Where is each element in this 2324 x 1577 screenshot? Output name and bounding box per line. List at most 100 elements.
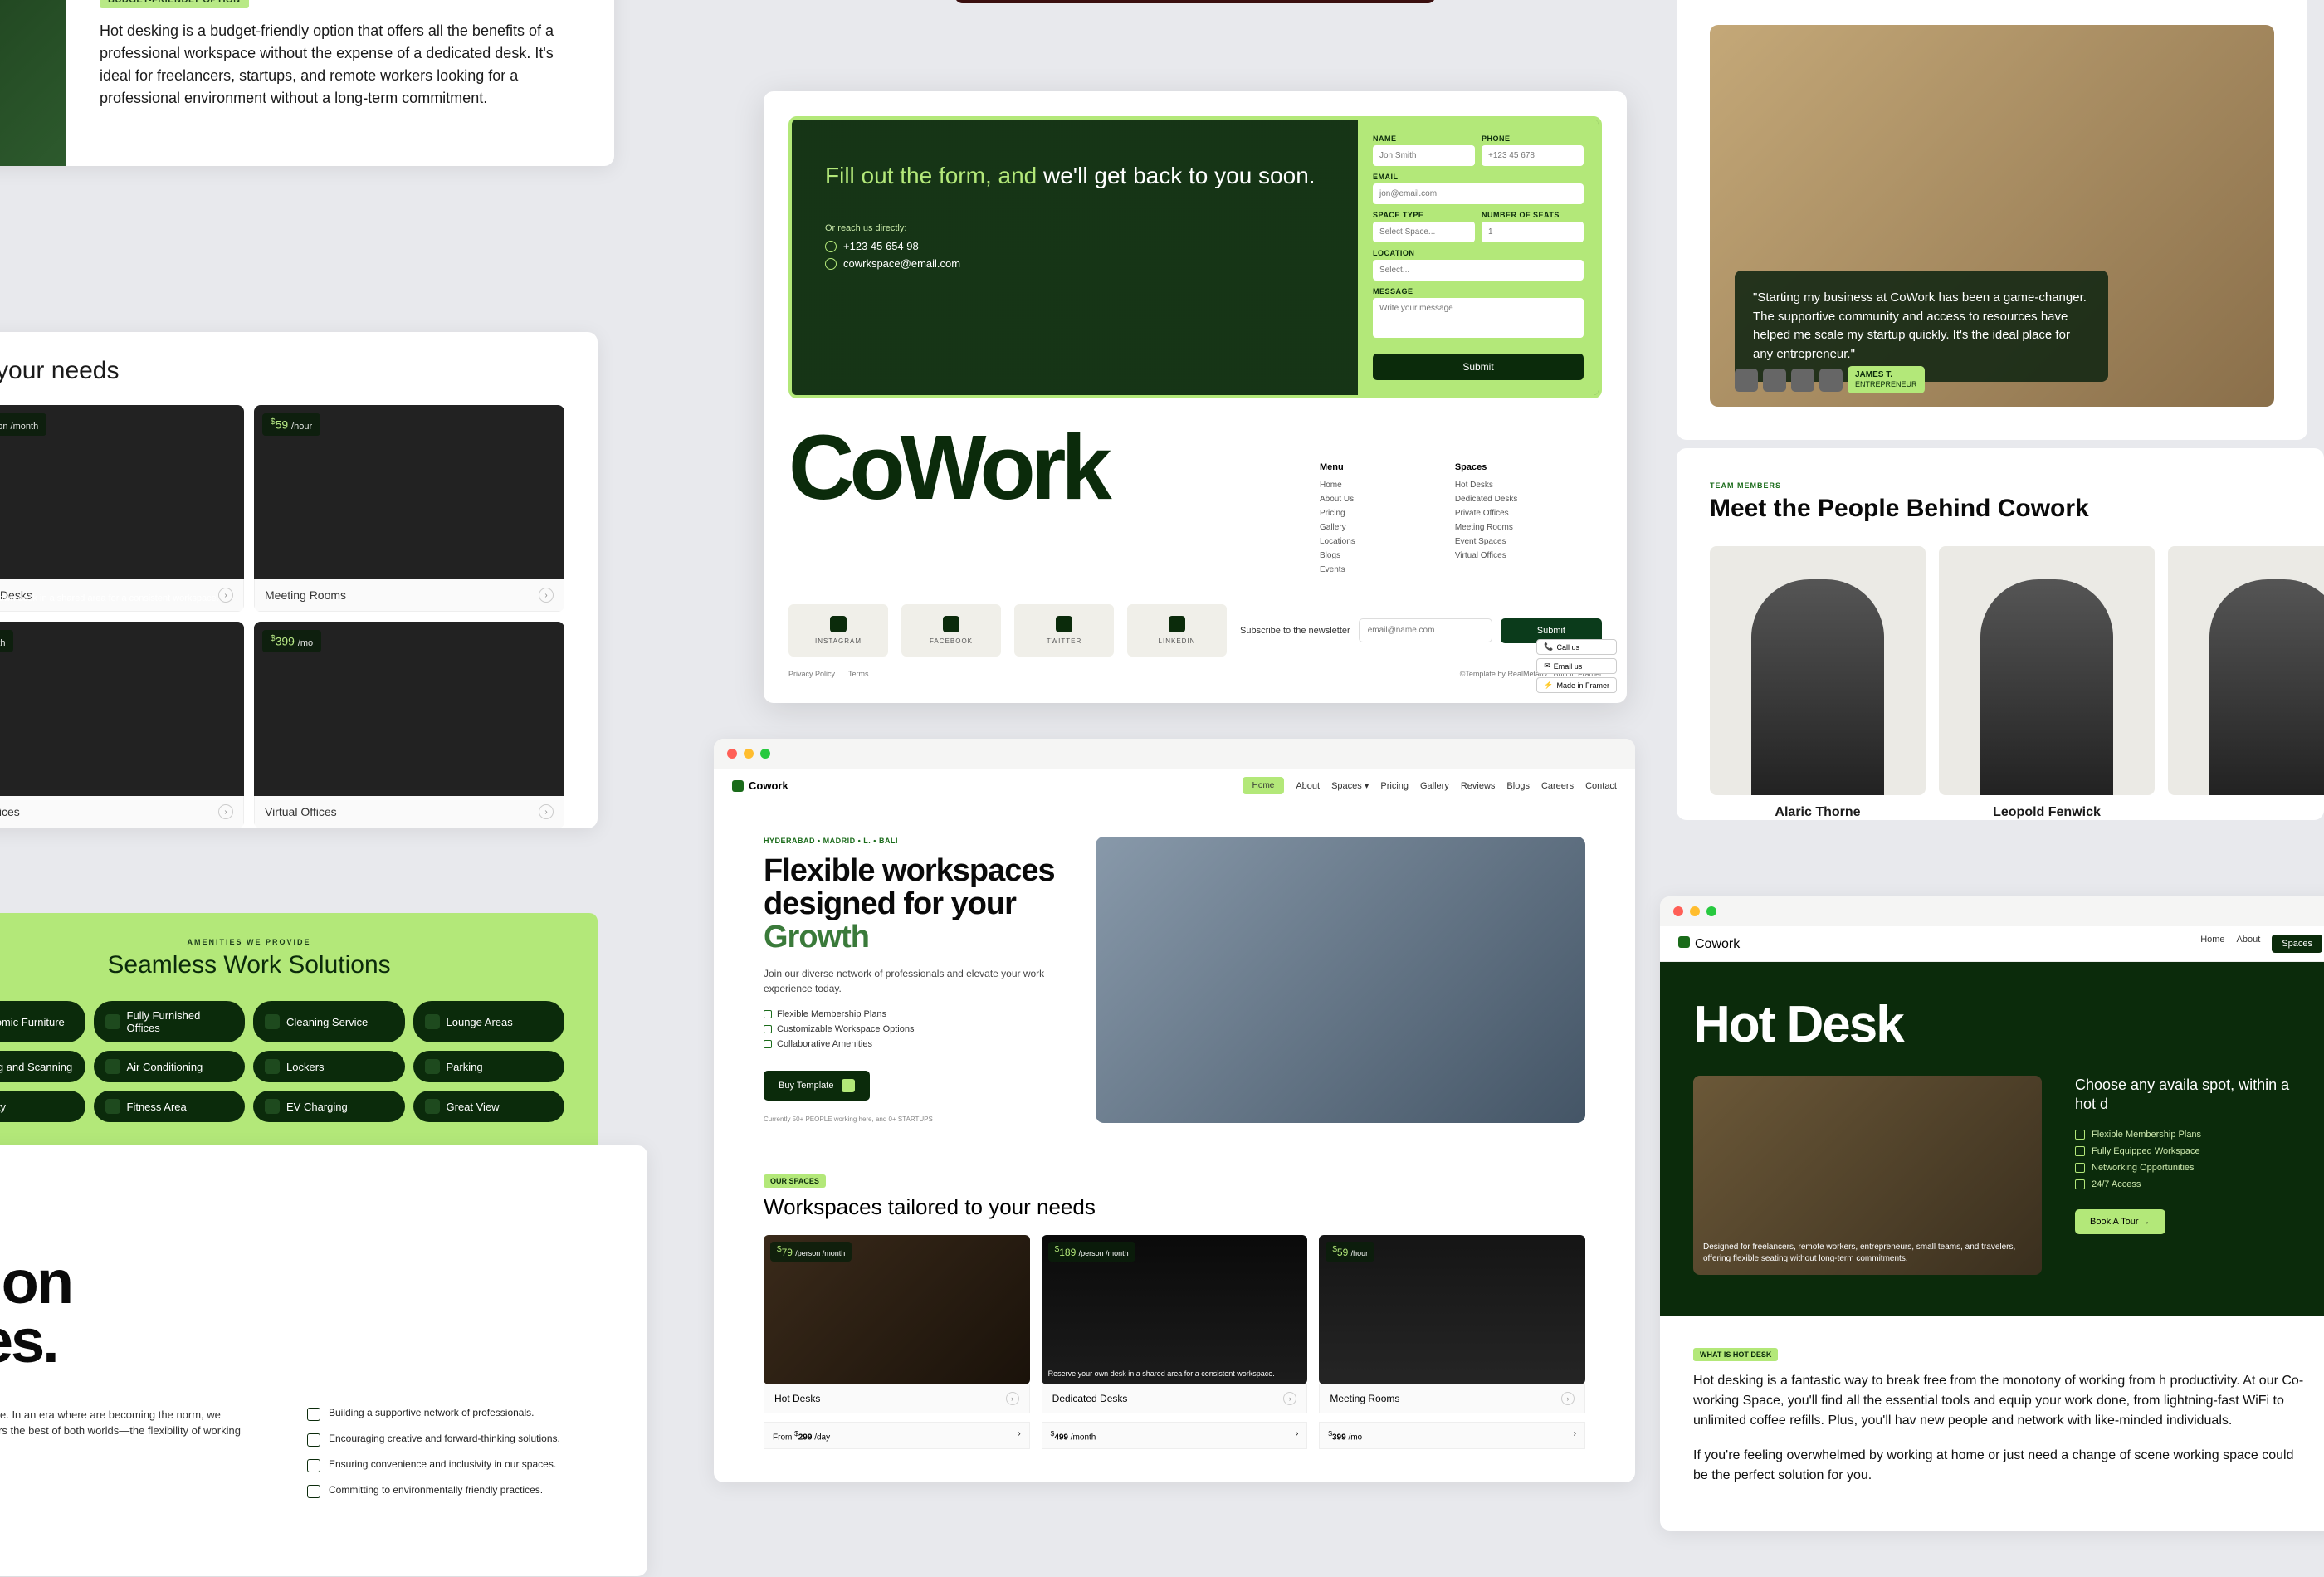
hero-image [1096, 837, 1585, 1123]
social-button[interactable]: INSTAGRAM [788, 604, 888, 657]
nav-link[interactable]: Contact [1585, 781, 1617, 791]
social-button[interactable]: LINKEDIN [1127, 604, 1227, 657]
feature-item: Networking Opportunities [2075, 1163, 2307, 1173]
check-icon [307, 1408, 320, 1421]
feature-item: Encouraging creative and forward-thinkin… [307, 1433, 598, 1447]
workspace-tile[interactable]: $499 /month Private Offices› [0, 622, 244, 828]
amenity-pill: Cleaning Service [253, 1001, 405, 1042]
footer-link[interactable]: Private Offices [1455, 509, 1518, 518]
space-label: SPACE TYPE [1373, 211, 1475, 219]
nav-link[interactable]: Home [2200, 935, 2224, 953]
hotdesk-caption: Designed for freelancers, remote workers… [1703, 1242, 2032, 1265]
privacy-link[interactable]: Privacy Policy [788, 670, 835, 678]
footer-link[interactable]: Pricing [1320, 509, 1355, 518]
nav-link[interactable]: About [2237, 935, 2261, 953]
tile-image: $59 /hour [1319, 1235, 1585, 1384]
workspace-tile[interactable]: $189 /person /month Reserve your own des… [0, 405, 244, 612]
email-chip[interactable]: ✉ Email us [1536, 658, 1617, 674]
body-pill: WHAT IS HOT DESK [1693, 1348, 1778, 1361]
nav-link[interactable]: Careers [1541, 781, 1574, 791]
locations-tag: HYDERABAD • MADRID • L. • BALI [764, 837, 1062, 845]
email-input[interactable] [1373, 183, 1584, 204]
footer-link[interactable]: Locations [1320, 537, 1355, 546]
amenity-icon [265, 1059, 280, 1074]
subscribe-input[interactable] [1359, 618, 1492, 642]
team-member[interactable]: Alaric Thorne [1710, 546, 1926, 820]
contact-email[interactable]: cowrkspace@email.com [825, 257, 1325, 270]
space-select[interactable] [1373, 222, 1475, 242]
price-strip[interactable]: $499 /month› [1042, 1422, 1308, 1449]
message-label: MESSAGE [1373, 287, 1584, 295]
tile-label: Private Offices› [0, 796, 244, 828]
footer-link[interactable]: Event Spaces [1455, 537, 1518, 546]
footer-link[interactable]: Gallery [1320, 523, 1355, 532]
amenity-pill: Fully Furnished Offices [94, 1001, 246, 1042]
workspace-tile[interactable]: $59 /hour Meeting Rooms› [254, 405, 564, 612]
amenity-icon [105, 1014, 120, 1029]
amenity-icon [265, 1014, 280, 1029]
price-strip[interactable]: $399 /mo› [1319, 1422, 1585, 1449]
team-member[interactable] [2168, 546, 2324, 820]
nav-link[interactable]: Reviews [1461, 781, 1496, 791]
team-member[interactable]: Leopold Fenwick [1939, 546, 2155, 820]
tile-label: Meeting Rooms› [1319, 1384, 1585, 1413]
workspace-tile[interactable]: $399 /mo Virtual Offices› [254, 622, 564, 828]
social-button[interactable]: TWITTER [1014, 604, 1114, 657]
name-input[interactable] [1373, 145, 1475, 166]
hero-heading: Flexible workspaces designed for yourGro… [764, 855, 1062, 954]
amenity-pill: Lounge Areas [413, 1001, 565, 1042]
nav-link[interactable]: Spaces ▾ [1331, 780, 1369, 791]
footer-link[interactable]: Meeting Rooms [1455, 523, 1518, 532]
seats-input[interactable] [1482, 222, 1584, 242]
check-icon [2075, 1130, 2085, 1140]
location-select[interactable] [1373, 260, 1584, 281]
nav-link[interactable]: Home [1243, 777, 1285, 794]
social-button[interactable]: FACEBOOK [901, 604, 1001, 657]
arrow-icon: › [1561, 1392, 1575, 1405]
contact-submit-button[interactable]: Submit [1373, 354, 1584, 380]
call-chip[interactable]: 📞 Call us [1536, 639, 1617, 655]
footer-link[interactable]: Dedicated Desks [1455, 495, 1518, 504]
nav-link[interactable]: Spaces [2272, 935, 2322, 953]
logo[interactable]: Cowork [732, 779, 788, 792]
buy-template-button[interactable]: Buy Template [764, 1071, 870, 1101]
landing-browser-card: Cowork Home About Spaces ▾ Pricing Gallery Re… [714, 739, 1635, 1482]
amenity-icon [105, 1099, 120, 1114]
terms-link[interactable]: Terms [848, 670, 869, 678]
nav-link[interactable]: Gallery [1420, 781, 1449, 791]
check-icon [764, 1010, 772, 1018]
hotdesk-browser-card: Cowork HomeAboutSpaces Hot Desk Designed… [1660, 896, 2324, 1531]
footer-link[interactable]: Events [1320, 565, 1355, 574]
phone-input[interactable] [1482, 145, 1584, 166]
avatar [1791, 369, 1814, 392]
workspace-tile[interactable]: $189 /person /month Reserve your own des… [1042, 1235, 1308, 1413]
logo[interactable]: Cowork [1678, 936, 1740, 952]
book-tour-button[interactable]: Book A Tour → [2075, 1209, 2165, 1234]
nav-link[interactable]: Pricing [1380, 781, 1409, 791]
tile-price: $189 /person /month [1048, 1242, 1135, 1262]
subscribe-label: Subscribe to the newsletter [1240, 626, 1350, 636]
footer-link[interactable]: Virtual Offices [1455, 551, 1518, 560]
footer-link[interactable]: Blogs [1320, 551, 1355, 560]
footer-link[interactable]: Hot Desks [1455, 481, 1518, 490]
nav-link[interactable]: About [1296, 781, 1320, 791]
arrow-icon: › [1018, 1429, 1020, 1442]
nav-link[interactable]: Blogs [1506, 781, 1530, 791]
footer-link[interactable]: About Us [1320, 495, 1355, 504]
contact-phone[interactable]: +123 45 654 98 [825, 240, 1325, 252]
check-icon [2075, 1163, 2085, 1173]
budget-badge: BUDGET-FRIENDLY OPTION [100, 0, 249, 8]
workspace-tile[interactable]: $59 /hour Meeting Rooms› [1319, 1235, 1585, 1413]
amenity-pill: Great View [413, 1091, 565, 1122]
check-icon [2075, 1146, 2085, 1156]
tile-image: $499 /month [0, 622, 244, 796]
framer-chip[interactable]: ⚡ Made in Framer [1536, 677, 1617, 693]
amenity-icon [265, 1099, 280, 1114]
workspace-tile[interactable]: $79 /person /month Hot Desks› [764, 1235, 1030, 1413]
member-photo [1939, 546, 2155, 795]
budget-blurb-text: Hot desking is a budget-friendly option … [100, 20, 581, 110]
message-input[interactable] [1373, 298, 1584, 338]
price-strip[interactable]: From $299 /day› [764, 1422, 1030, 1449]
footer-link[interactable]: Home [1320, 481, 1355, 490]
check-item: Collaborative Amenities [764, 1039, 1062, 1049]
